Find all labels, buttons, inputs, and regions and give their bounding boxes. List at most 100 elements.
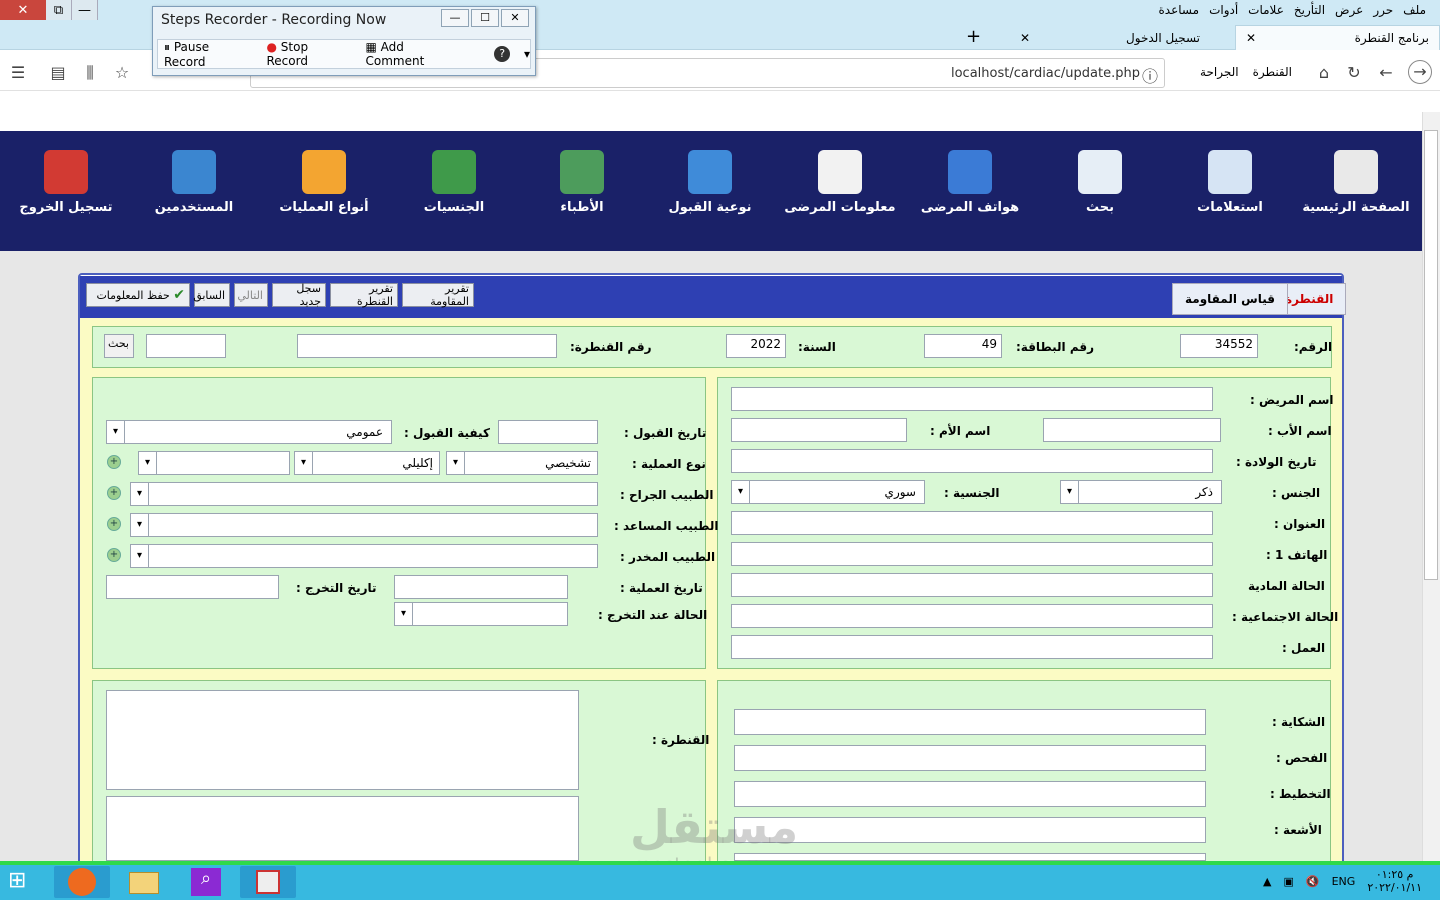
- tab-resistance[interactable]: قياس المقاومة: [1172, 283, 1288, 315]
- extra-textarea[interactable]: [734, 853, 1206, 861]
- tab-app[interactable]: برنامج القنطرة ✕: [1235, 25, 1440, 50]
- xray-textarea[interactable]: [734, 817, 1206, 843]
- tab-login[interactable]: تسجيل الدخول ✕: [1010, 25, 1210, 50]
- admission-how-select[interactable]: ▾ عمومي: [106, 420, 392, 444]
- search-button[interactable]: بحث: [104, 334, 134, 358]
- add-operation-icon[interactable]: +: [107, 455, 121, 469]
- address-field[interactable]: [731, 511, 1213, 535]
- work-field[interactable]: [731, 635, 1213, 659]
- reload-icon[interactable]: ↻: [1344, 63, 1364, 83]
- menu-tools[interactable]: أدوات: [1209, 3, 1238, 19]
- previous-button[interactable]: السابق: [193, 283, 230, 307]
- discharge-date-field[interactable]: [106, 575, 279, 599]
- clock[interactable]: م ٠١:٢٥ ٢٠٢٢/٠١/١١: [1367, 868, 1422, 894]
- phone-field[interactable]: [731, 542, 1213, 566]
- surgeon-select[interactable]: ▾: [130, 482, 598, 506]
- info-icon[interactable]: ⓘ: [1140, 63, 1160, 86]
- add-surgeon-icon[interactable]: +: [107, 486, 121, 500]
- close-icon[interactable]: ✕: [501, 9, 529, 27]
- tray-expand-icon[interactable]: ▲: [1263, 875, 1271, 888]
- steps-recorder-taskbar-icon[interactable]: [240, 866, 296, 898]
- search-app-taskbar-icon[interactable]: ⌕: [178, 866, 234, 898]
- file-explorer-taskbar-icon[interactable]: [116, 866, 172, 898]
- tab-close-icon[interactable]: ✕: [1246, 31, 1256, 45]
- operation-type-select[interactable]: ▾ تشخيصي: [446, 451, 598, 475]
- cath-notes-textarea[interactable]: [106, 796, 579, 861]
- exam-textarea[interactable]: [734, 745, 1206, 771]
- language-indicator[interactable]: ENG: [1332, 875, 1356, 888]
- bookmark-surgery[interactable]: الجراحة: [1200, 65, 1239, 79]
- network-icon[interactable]: ▣: [1284, 875, 1294, 888]
- nationality-select[interactable]: ▾ سوري: [731, 480, 925, 504]
- year-field[interactable]: 2022: [726, 334, 786, 358]
- forward-icon[interactable]: →: [1408, 60, 1432, 84]
- discharge-state-select[interactable]: ▾: [394, 602, 568, 626]
- help-icon[interactable]: ?: [494, 46, 510, 62]
- new-tab-icon[interactable]: +: [966, 26, 981, 47]
- nav-item-8[interactable]: أنواع العمليات: [264, 150, 384, 215]
- social-status-field[interactable]: [731, 604, 1213, 628]
- menu-help[interactable]: مساعدة: [1159, 3, 1200, 19]
- menu-icon[interactable]: ☰: [8, 63, 28, 83]
- menu-file[interactable]: ملف: [1403, 3, 1426, 19]
- volume-icon[interactable]: 🔇: [1306, 875, 1320, 888]
- nav-item-2[interactable]: بحث: [1040, 150, 1160, 215]
- resistance-report-button[interactable]: تقرير المقاومة: [402, 282, 474, 308]
- maximize-icon[interactable]: ☐: [471, 9, 499, 27]
- save-button[interactable]: ✔ حفظ المعلومات: [86, 283, 190, 307]
- gender-select[interactable]: ▾ ذكر: [1060, 480, 1222, 504]
- next-button[interactable]: التالي: [234, 283, 268, 307]
- operation-subtype-select[interactable]: ▾ إكليلي: [294, 451, 440, 475]
- cath-number-field[interactable]: [297, 334, 557, 358]
- cath-report-textarea[interactable]: [106, 690, 579, 790]
- father-name-field[interactable]: [1043, 418, 1221, 442]
- ecg-textarea[interactable]: [734, 781, 1206, 807]
- library-icon[interactable]: ⫼: [80, 63, 100, 83]
- dob-field[interactable]: [731, 449, 1213, 473]
- new-record-button[interactable]: سجل جديد: [272, 282, 326, 308]
- nav-item-3[interactable]: هواتف المرضى: [910, 150, 1030, 215]
- menu-view[interactable]: عرض: [1335, 3, 1363, 19]
- menu-edit[interactable]: حرر: [1373, 3, 1393, 19]
- admission-date-field[interactable]: [498, 420, 598, 444]
- nav-item-7[interactable]: الجنسيات: [394, 150, 514, 215]
- tab-close-icon[interactable]: ✕: [1020, 31, 1030, 45]
- add-comment-button[interactable]: ▦ Add Comment: [365, 40, 464, 68]
- stop-record-button[interactable]: ● Stop Record: [266, 40, 351, 68]
- reader-view-icon[interactable]: ▤: [48, 63, 68, 83]
- search-field[interactable]: [146, 334, 226, 358]
- firefox-taskbar-icon[interactable]: [54, 866, 110, 898]
- home-icon[interactable]: ⌂: [1314, 63, 1334, 83]
- anesthetist-select[interactable]: ▾: [130, 544, 598, 568]
- nav-item-4[interactable]: معلومات المرضى: [780, 150, 900, 215]
- chevron-down-icon[interactable]: ▾: [524, 47, 530, 61]
- add-anesthetist-icon[interactable]: +: [107, 548, 121, 562]
- qantara-report-button[interactable]: تقرير القنطرة: [330, 282, 398, 308]
- mother-name-field[interactable]: [731, 418, 907, 442]
- patient-name-field[interactable]: [731, 387, 1213, 411]
- minimize-icon[interactable]: —: [441, 9, 469, 27]
- nav-item-5[interactable]: نوعية القبول: [650, 150, 770, 215]
- nav-item-9[interactable]: المستخدمين: [134, 150, 254, 215]
- scrollbar-thumb[interactable]: [1424, 130, 1438, 580]
- assistant-select[interactable]: ▾: [130, 513, 598, 537]
- close-window-button[interactable]: ✕: [0, 0, 46, 20]
- nav-item-6[interactable]: الأطباء: [522, 150, 642, 215]
- nav-item-10[interactable]: تسجيل الخروج: [6, 150, 126, 215]
- windows-start-icon[interactable]: ⊞: [8, 868, 40, 894]
- operation-detail-select[interactable]: ▾: [138, 451, 290, 475]
- record-id-field[interactable]: 34552: [1180, 334, 1258, 358]
- restore-window-button[interactable]: ⧉: [46, 0, 72, 20]
- menu-bookmarks[interactable]: علامات: [1248, 3, 1284, 19]
- pause-record-button[interactable]: ⏸ Pause Record: [164, 40, 252, 69]
- nav-item-0[interactable]: الصفحة الرئيسية: [1296, 150, 1416, 215]
- back-icon[interactable]: ←: [1376, 63, 1396, 83]
- menu-history[interactable]: التأريخ: [1294, 3, 1325, 19]
- nav-item-1[interactable]: استعلامات: [1170, 150, 1290, 215]
- bookmark-star-icon[interactable]: ☆: [112, 63, 132, 83]
- minimize-window-button[interactable]: —: [72, 0, 98, 20]
- card-number-field[interactable]: 49: [924, 334, 1002, 358]
- bookmark-qantara[interactable]: القنطرة: [1253, 65, 1292, 79]
- operation-date-field[interactable]: [394, 575, 568, 599]
- financial-status-field[interactable]: [731, 573, 1213, 597]
